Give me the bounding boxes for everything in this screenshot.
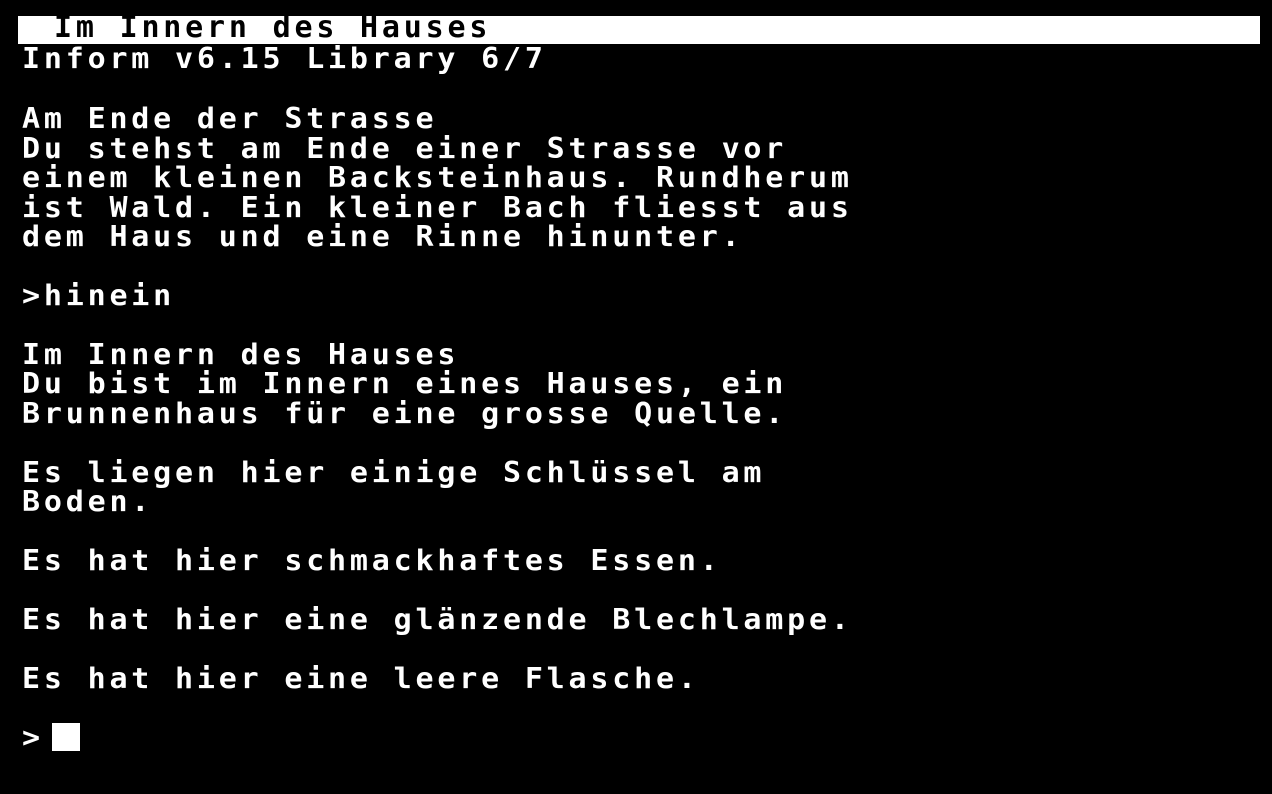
object-line: Boden. <box>22 485 154 519</box>
command-prompt: > <box>22 721 44 755</box>
room-description-line: Brunnenhaus für eine grosse Quelle. <box>22 397 788 431</box>
room-title: Am Ende der Strasse <box>22 102 438 136</box>
room-title: Im Innern des Hauses <box>22 338 460 372</box>
room-description-line: Du stehst am Ende einer Strasse vor <box>22 132 788 166</box>
room-description-line: Du bist im Innern eines Hauses, ein <box>22 367 788 401</box>
banner-line: Inform v6.15 Library 6/7 <box>22 42 547 76</box>
room-description-line: ist Wald. Ein kleiner Bach fliesst aus <box>22 191 853 225</box>
room-description-line: dem Haus und eine Rinne hinunter. <box>22 220 744 254</box>
object-line: Es hat hier eine glänzende Blechlampe. <box>22 603 853 637</box>
status-bar: Im Innern des Hauses <box>18 10 1260 45</box>
game-screen: Im Innern des Hauses Inform v6.15 Librar… <box>0 0 1272 794</box>
room-description-line: einem kleinen Backsteinhaus. Rundherum <box>22 161 853 195</box>
status-location: Im Innern des Hauses <box>54 10 492 45</box>
object-line: Es liegen hier einige Schlüssel am <box>22 456 766 490</box>
object-line: Es hat hier schmackhaftes Essen. <box>22 544 722 578</box>
text-cursor[interactable] <box>52 723 80 751</box>
object-line: Es hat hier eine leere Flasche. <box>22 662 700 696</box>
player-command: >hinein <box>22 279 176 313</box>
